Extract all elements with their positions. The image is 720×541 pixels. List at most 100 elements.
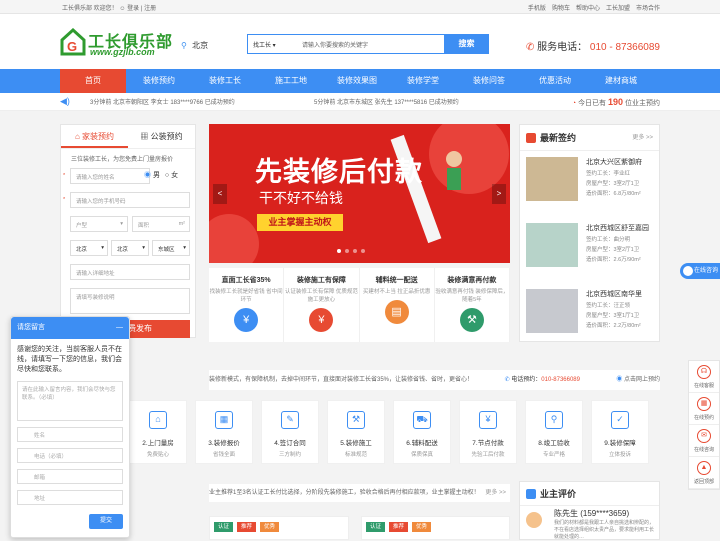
side-online-service[interactable]: ☊ 在线客服 xyxy=(689,361,719,393)
top-links: 手机版 购物车 帮助中心 工长加盟 市场合作 xyxy=(528,3,660,12)
banner-dot[interactable] xyxy=(353,249,357,253)
promo-text: 装修新模式，有保障机制，去掉中间环节，直接面对装修工长省35%，让装修省钱、省时… xyxy=(209,377,474,383)
banner-dot[interactable] xyxy=(345,249,349,253)
step-item[interactable]: ⚲ 8.竣工验收 专业严格 xyxy=(525,400,583,464)
chat-name-field[interactable]: 姓名 xyxy=(17,427,123,442)
list-icon xyxy=(526,133,536,143)
chat-address-field[interactable]: 地址 xyxy=(17,490,123,505)
online-booking-link[interactable]: ◉ 点击网上预约 xyxy=(616,370,660,390)
online-consult-tab[interactable]: 在线咨询 xyxy=(680,263,720,279)
nav-mall[interactable]: 建材商城 xyxy=(588,69,654,93)
step-item[interactable]: ¥7.节点付款 先验工后付款 xyxy=(459,400,517,464)
minimize-icon[interactable]: — xyxy=(116,317,123,339)
login-link[interactable]: 登录 xyxy=(127,6,139,12)
cart-link[interactable]: 购物车 xyxy=(552,3,570,12)
reviewer-name: 陈先生 (159****3659) xyxy=(554,509,630,518)
user-icon: ☺ xyxy=(119,6,128,12)
nav-sites[interactable]: 施工工地 xyxy=(258,69,324,93)
signing-item[interactable]: 北京西城区南华里 签约工长：汪正领 房屋户型：3室1厅1卫 造价面积：2.2万/… xyxy=(526,289,654,347)
chat-email-field[interactable]: 邮箱 xyxy=(17,469,123,484)
foreman-more-link[interactable]: 更多 >> xyxy=(485,484,506,502)
province-select[interactable]: 北京 ▾ xyxy=(70,240,108,256)
gender-radio[interactable]: ◉ 男 ○ 女 xyxy=(144,170,178,180)
area-input[interactable]: 面积 m² xyxy=(132,216,190,232)
feature-row: 直面工长省35% 找装修工长就是好省钱 省中间环节 ¥ 装修施工有保障 认证装修… xyxy=(209,268,510,342)
step-item[interactable]: ✓ 9.装修保障 立体投诉 xyxy=(591,400,649,464)
foreman-card[interactable]: 认证 推荐 优秀 xyxy=(209,516,349,540)
district-select[interactable]: 东城区 ▾ xyxy=(152,240,190,256)
step-item[interactable]: ▦ 3.装修报价 省钱全面 xyxy=(195,400,253,464)
speaker-icon: ◀) xyxy=(60,96,70,106)
contract-icon: ✎ xyxy=(281,411,299,429)
banner-next-button[interactable]: > xyxy=(492,184,506,204)
city-selector[interactable]: ⚲ 北京 xyxy=(181,40,208,51)
phone-input[interactable]: * 请输入您的手机号码 xyxy=(63,192,190,208)
booking-ticker: ◀) 3分钟前 北京市朝阳区 李女士 183****9766 已成功预约 5分钟… xyxy=(0,93,720,111)
banner-prev-button[interactable]: < xyxy=(213,184,227,204)
nav-qa[interactable]: 装修问答 xyxy=(456,69,522,93)
signing-item[interactable]: 北京西城区舒至嘉园 签约工长：曲分明 房屋户型：3室2厅1卫 造价面积：2.6万… xyxy=(526,223,654,281)
address-input[interactable]: 请输入详细地址 xyxy=(70,264,190,280)
mobile-link[interactable]: 手机版 xyxy=(528,3,546,12)
join-link[interactable]: 工长加盟 xyxy=(606,3,630,12)
banner-badge: 业主掌握主动权 xyxy=(257,214,343,231)
step-item[interactable]: ✎ 4.签订合同 三方制约 xyxy=(261,400,319,464)
promo-strip: 装修新模式，有保障机制，去掉中间环节，直接面对装修工长省35%，让装修省钱、省时… xyxy=(209,370,660,390)
nav-home[interactable]: 首页 xyxy=(60,69,126,93)
top-bar-left: 工长俱乐部 欢迎您！ ☺ 登录 | 注册 xyxy=(62,6,157,12)
document-icon: ▤ xyxy=(384,300,409,324)
side-online-consult[interactable]: ✉ 在线咨询 xyxy=(689,425,719,457)
search-button[interactable]: 搜索 xyxy=(444,34,489,54)
search-input[interactable]: 请输入你要搜索的关键字 xyxy=(302,40,368,49)
feature-item[interactable]: 辅料统一配送 买建材不上当 拉正品折优惠 ▤ xyxy=(360,268,435,342)
register-link[interactable]: 注册 xyxy=(144,6,156,12)
booking-count: ◔ 今日已有 190 位业主预约 xyxy=(571,97,660,107)
chat-textarea[interactable]: 请在此输入留言内容，我们会尽快与您联系。（必填） xyxy=(17,381,123,421)
room-photo xyxy=(526,289,578,333)
chat-submit-button[interactable]: 提交 xyxy=(89,514,123,529)
chat-phone-field[interactable]: 电话（必填） xyxy=(17,448,123,463)
help-link[interactable]: 帮助中心 xyxy=(576,3,600,12)
nav-gallery[interactable]: 装修效果图 xyxy=(324,69,390,93)
side-online-booking[interactable]: ▦ 在线预约 xyxy=(689,393,719,425)
feature-item[interactable]: 直面工长省35% 找装修工长就是好省钱 省中间环节 ¥ xyxy=(209,268,285,342)
money-icon: ¥ xyxy=(234,308,259,332)
inspect-icon: ⚲ xyxy=(545,411,563,429)
worker-icon: ⚒ xyxy=(459,308,484,332)
step-item[interactable]: ⌂ 2.上门量房 免费贴心 xyxy=(129,400,187,464)
shield-icon: ✓ xyxy=(611,411,629,429)
tab-office-booking[interactable]: ▦ 公装预约 xyxy=(128,125,195,148)
hammer-icon: ⚒ xyxy=(347,411,365,429)
banner-dot[interactable] xyxy=(361,249,365,253)
hero-banner[interactable]: 先装修后付款 干不好不给钱 业主掌握主动权 < > xyxy=(209,124,510,263)
nav-foreman[interactable]: 装修工长 xyxy=(192,69,258,93)
city-select[interactable]: 北京 ▾ xyxy=(111,240,149,256)
form-tabs: ⌂ 家装预约 ▦ 公装预约 xyxy=(61,125,195,149)
name-input[interactable]: * 请输入您的姓名 xyxy=(63,168,150,184)
hotline-number: 010 - 87366089 xyxy=(589,42,660,53)
feature-item[interactable]: 装修满意再付款 验收满意再付钱 装修保障后，随着5年 ⚒ xyxy=(435,268,510,342)
desc-textarea[interactable]: 请填写装修说明 xyxy=(70,288,190,314)
side-back-to-top[interactable]: ▲ 返回顶部 xyxy=(689,457,719,489)
banner-dots xyxy=(337,249,365,253)
tab-home-booking[interactable]: ⌂ 家装预约 xyxy=(61,125,128,148)
house-type-select[interactable]: 户型 ▾ xyxy=(70,216,128,232)
search-category-select[interactable]: 找工长 ▾ xyxy=(253,40,276,49)
cooperate-link[interactable]: 市场合作 xyxy=(636,3,660,12)
signing-item[interactable]: 北京大兴区紫御府 签约工长：李业红 房屋户型：3室2厅1卫 造价面积：6.8万/… xyxy=(526,157,654,215)
banner-dot[interactable] xyxy=(337,249,341,253)
cart-icon: ⛟ xyxy=(413,411,431,429)
step-item[interactable]: ⛟ 6.辅料配送 保质保真 xyxy=(393,400,451,464)
booking-count-number: 190 xyxy=(608,97,624,107)
step-item[interactable]: ⚒ 5.装修施工 标准规范 xyxy=(327,400,385,464)
chat-header: 请您留言 — xyxy=(11,317,129,339)
feature-item[interactable]: 装修施工有保障 认证装修工长有保障 优质规范施工更放心 ¥ xyxy=(284,268,360,342)
nav-school[interactable]: 装修学堂 xyxy=(390,69,456,93)
nav-booking[interactable]: 装修预约 xyxy=(126,69,192,93)
foreman-cards: 认证 推荐 优秀 认证 推荐 优秀 xyxy=(209,516,510,540)
logo[interactable]: G 工长俱乐部 www.gzjlb.com xyxy=(60,28,190,60)
nav-deals[interactable]: 优惠活动 xyxy=(522,69,588,93)
foreman-card[interactable]: 认证 推荐 优秀 xyxy=(361,516,510,540)
chat-title: 请您留言 xyxy=(17,324,45,331)
latest-more-link[interactable]: 更多 >> xyxy=(632,125,653,151)
